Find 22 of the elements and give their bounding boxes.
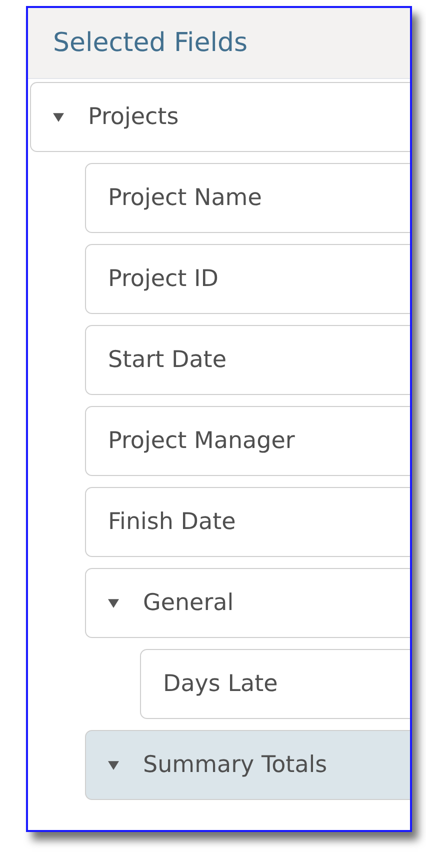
caret-icon[interactable] [108, 760, 119, 770]
tree-item[interactable]: Project Name [85, 163, 410, 233]
tree-item[interactable]: General [85, 568, 410, 638]
tree-item[interactable]: Finish Date [85, 487, 410, 557]
tree-item[interactable]: Start Date [85, 325, 410, 395]
tree-item[interactable]: Project Manager [85, 406, 410, 476]
item-label: Days Late [163, 671, 278, 697]
item-label: Summary Totals [143, 752, 328, 778]
caret-icon[interactable] [108, 598, 119, 608]
item-label: Project Name [108, 185, 262, 211]
tree-item[interactable]: Summary Totals [85, 730, 410, 800]
tree-item[interactable]: Days Late [140, 649, 410, 719]
item-label: Projects [88, 104, 179, 130]
item-label: Finish Date [108, 509, 236, 535]
tree-item[interactable]: Project ID [85, 244, 410, 314]
item-label: Project Manager [108, 428, 295, 454]
caret-icon[interactable] [53, 112, 64, 122]
item-label: General [143, 590, 234, 616]
item-label: Start Date [108, 347, 226, 373]
tree-item[interactable]: Projects [30, 82, 410, 152]
panel-title: Selected Fields [53, 28, 248, 58]
item-label: Project ID [108, 266, 218, 292]
